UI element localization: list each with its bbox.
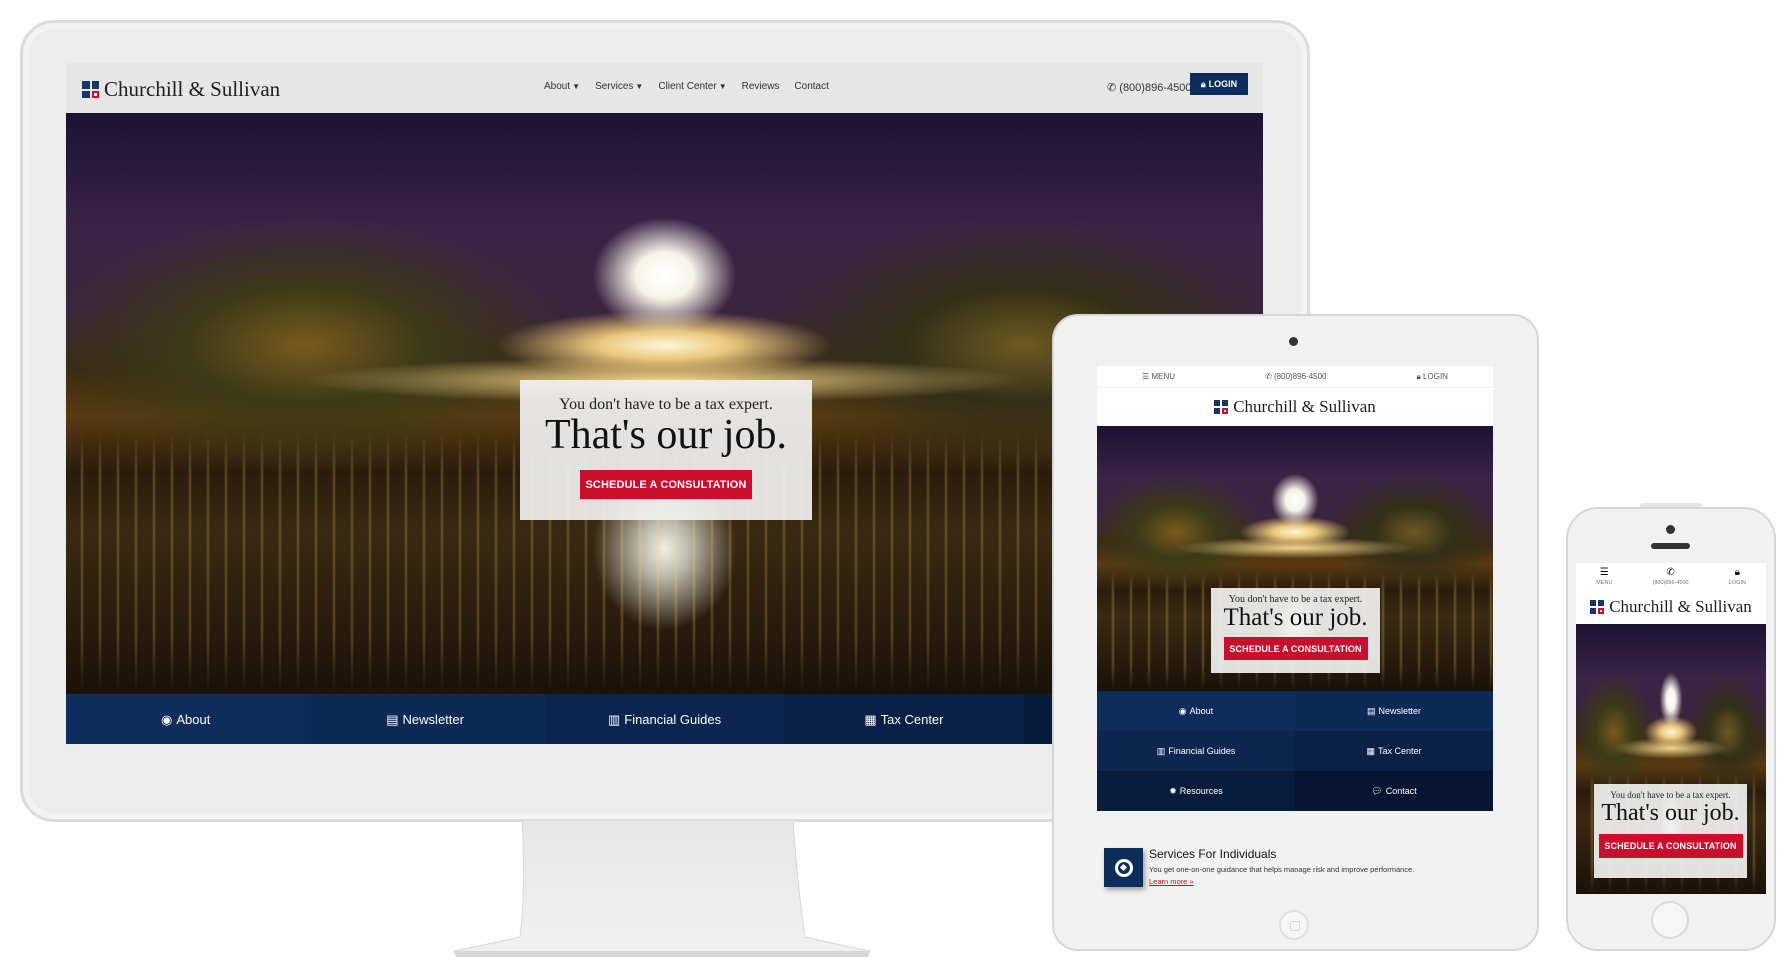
calendar-icon: ▦: [864, 711, 877, 727]
phone-icon: ✆: [1265, 372, 1272, 381]
service-title: Services For Individuals: [1149, 847, 1277, 861]
phone-logo-bar: Churchill & Sullivan: [1576, 590, 1766, 624]
login-button[interactable]: 🔒︎ LOGIN: [1190, 73, 1248, 95]
caret-down-icon: ▼: [572, 82, 581, 91]
site-logo[interactable]: Churchill & Sullivan: [82, 77, 280, 102]
feature-nav-contact[interactable]: 💬︎ Contact: [1295, 771, 1493, 811]
gear-icon: ✹: [1169, 785, 1177, 796]
hero-overlay-card: You don't have to be a tax expert. That'…: [1211, 588, 1380, 673]
learn-more-link[interactable]: Learn more »: [1149, 877, 1194, 886]
hero-headline: That's our job.: [544, 412, 788, 458]
service-description: You get one-on-one guidance that helps m…: [1149, 865, 1415, 874]
tablet-camera: [1289, 337, 1298, 346]
tablet-feature-nav-grid: ◉ About ▤ Newsletter ▥ Financial Guides ▦ Ta…: [1097, 691, 1493, 811]
feature-nav-financial-guides[interactable]: ▥ Financial Guides: [544, 694, 785, 744]
main-nav: About ▼ Services ▼ Client Center ▼ Reviews …: [544, 81, 829, 92]
feature-nav-resources[interactable]: ✹Resources: [1097, 771, 1295, 811]
schedule-consultation-button[interactable]: SCHEDULE A CONSULTATION: [1598, 834, 1743, 858]
tablet-logo-bar: Churchill & Sullivan: [1097, 388, 1493, 426]
hero-tagline: You don't have to be a tax expert.: [1610, 790, 1731, 800]
feature-nav-about[interactable]: ◉ About: [66, 694, 306, 744]
logo-text: Churchill & Sullivan: [104, 77, 281, 101]
phone-home-button: [1651, 901, 1689, 939]
tablet-menu-button[interactable]: ☰ MENU: [1142, 372, 1175, 381]
header-phone-link[interactable]: ✆ (800)896-4500: [1107, 82, 1191, 94]
nav-item-reviews[interactable]: Reviews: [742, 81, 780, 92]
logo-mark-icon: [1590, 600, 1605, 614]
tablet-login-link[interactable]: 🔒︎ LOGIN: [1417, 372, 1448, 381]
hero-overlay-card: You don't have to be a tax expert. That'…: [520, 380, 812, 520]
calendar-icon: ▦: [1366, 745, 1375, 756]
hero-headline: That's our job.: [1601, 800, 1740, 826]
user-circle-icon: ◉: [1178, 705, 1187, 716]
feature-nav-financial-guides[interactable]: ▥ Financial Guides: [1097, 731, 1295, 771]
bar-chart-icon: ▥: [1156, 745, 1166, 756]
phone-utility-bar: ☰ MENU ✆ (800)896-4500 🔒︎ LOGIN: [1576, 563, 1766, 590]
tablet-phone-link[interactable]: ✆ (800)896-4500: [1265, 372, 1326, 381]
phone-menu-button[interactable]: ☰ MENU: [1596, 566, 1612, 586]
bar-chart-icon: ▥: [607, 711, 621, 727]
caret-down-icon: ▼: [635, 82, 644, 91]
hero-overlay-card: You don't have to be a tax expert. That'…: [1594, 784, 1747, 878]
logo-text: Churchill & Sullivan: [1609, 597, 1752, 616]
phone-phone-link[interactable]: ✆ (800)896-4500: [1652, 566, 1688, 586]
feature-nav-about[interactable]: ◉ About: [1097, 691, 1295, 731]
monitor-stand: [453, 820, 871, 957]
newspaper-icon: ▤: [1366, 705, 1376, 716]
feature-nav-newsletter[interactable]: ▤ Newsletter: [305, 694, 545, 744]
hamburger-icon: ☰: [1142, 372, 1150, 381]
hero-image-capitol: You don't have to be a tax expert. That'…: [1576, 624, 1766, 894]
service-card-individuals: Services For Individuals You get one-on-…: [1097, 811, 1493, 896]
hero-image-capitol: You don't have to be a tax expert. That'…: [1097, 426, 1493, 691]
site-header: Churchill & Sullivan About ▼ Services ▼ Cl…: [66, 63, 1263, 113]
phone-speaker: [1651, 543, 1690, 549]
user-circle-icon: ◉: [161, 711, 173, 727]
schedule-consultation-button[interactable]: SCHEDULE A CONSULTATION: [1223, 637, 1368, 660]
logo-mark-icon: [82, 81, 99, 98]
phone-login-link[interactable]: 🔒︎ LOGIN: [1729, 566, 1746, 586]
hamburger-icon: ☰: [1599, 566, 1609, 578]
phone-icon: ✆: [1666, 566, 1675, 578]
logo-mark-icon: [1214, 400, 1229, 414]
hero-headline: That's our job.: [1223, 604, 1368, 631]
newspaper-icon: ▤: [386, 711, 399, 727]
feature-nav-newsletter[interactable]: ▤ Newsletter: [1295, 691, 1493, 731]
lock-icon: 🔒︎: [1200, 78, 1206, 89]
nav-item-client-center[interactable]: Client Center ▼: [658, 81, 726, 92]
feature-nav-tax-center[interactable]: ▦ Tax Center: [784, 694, 1024, 744]
caret-down-icon: ▼: [718, 82, 727, 91]
phone-icon: ✆: [1107, 82, 1117, 94]
nav-item-services[interactable]: Services ▼: [595, 81, 643, 92]
site-logo[interactable]: Churchill & Sullivan: [1214, 397, 1376, 417]
tablet-home-button: [1279, 910, 1309, 940]
feature-nav-tax-center[interactable]: ▦ Tax Center: [1295, 731, 1493, 771]
nav-item-about[interactable]: About ▼: [544, 81, 580, 92]
tablet-utility-bar: ☰ MENU ✆ (800)896-4500 🔒︎ LOGIN: [1097, 366, 1493, 388]
schedule-consultation-button[interactable]: SCHEDULE A CONSULTATION: [580, 470, 752, 499]
chat-icon: 💬︎: [1371, 785, 1383, 796]
compass-icon: [1104, 848, 1143, 887]
tablet-site: ☰ MENU ✆ (800)896-4500 🔒︎ LOGIN Churchil…: [1097, 366, 1493, 896]
lock-icon: 🔒︎: [1734, 566, 1740, 578]
logo-text: Churchill & Sullivan: [1233, 397, 1376, 416]
site-logo[interactable]: Churchill & Sullivan: [1590, 597, 1752, 617]
lock-icon: 🔒︎: [1416, 372, 1421, 381]
phone-site: ☰ MENU ✆ (800)896-4500 🔒︎ LOGIN Churchill &…: [1576, 563, 1766, 894]
nav-item-contact[interactable]: Contact: [794, 81, 828, 92]
phone-camera: [1666, 525, 1675, 534]
